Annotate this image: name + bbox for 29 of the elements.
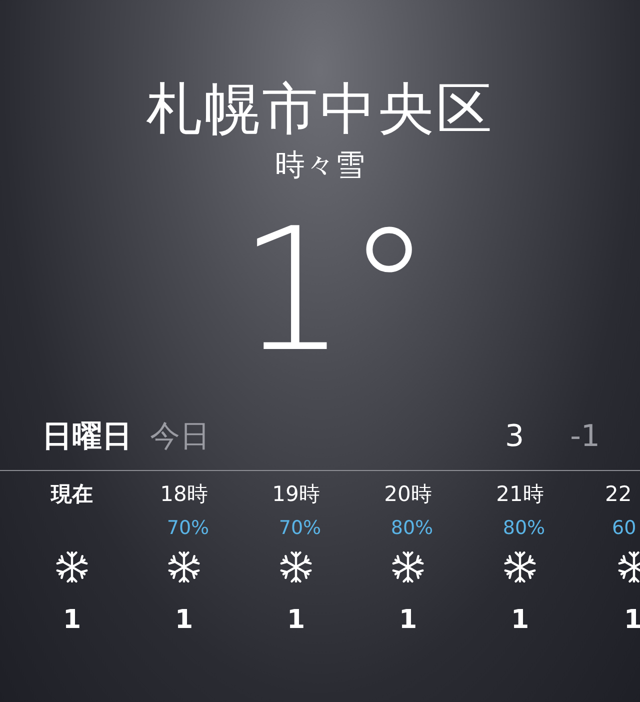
precipitation-chance: 70% (166, 517, 210, 539)
snowflake-icon (55, 550, 89, 584)
precipitation-chance: 60 (612, 517, 636, 539)
snowflake-icon (503, 550, 537, 584)
hour-temperature: 1 (624, 605, 640, 635)
weekday: 日曜日 (42, 418, 132, 456)
hour-temperature: 1 (62, 605, 82, 635)
hour-temperature: 1 (286, 605, 306, 635)
hour-temperature: 1 (174, 605, 194, 635)
precipitation-chance: 70% (278, 517, 322, 539)
hour-label: 現在 (51, 481, 93, 508)
hour-temperature: 1 (398, 605, 418, 635)
snowflake-icon (167, 550, 201, 584)
hour-label: 19時 (272, 481, 320, 508)
high-temperature: 3 (504, 418, 524, 454)
hour-label: 18時 (160, 481, 208, 508)
hour-label: 21時 (496, 481, 544, 508)
snowflake-icon (279, 550, 313, 584)
precipitation-chance: 80% (502, 517, 546, 539)
weather-condition: 時々雪 (275, 147, 365, 185)
today-label: 今日 (150, 418, 210, 456)
hour-label: 20時 (384, 481, 432, 508)
precipitation-chance: 80% (390, 517, 434, 539)
city-name: 札幌市中央区 (146, 76, 494, 144)
hour-label: 22 (605, 481, 632, 508)
snowflake-icon (391, 550, 425, 584)
current-temperature: 1° (237, 206, 432, 376)
low-temperature: -1 (570, 418, 600, 454)
hour-temperature: 1 (510, 605, 530, 635)
